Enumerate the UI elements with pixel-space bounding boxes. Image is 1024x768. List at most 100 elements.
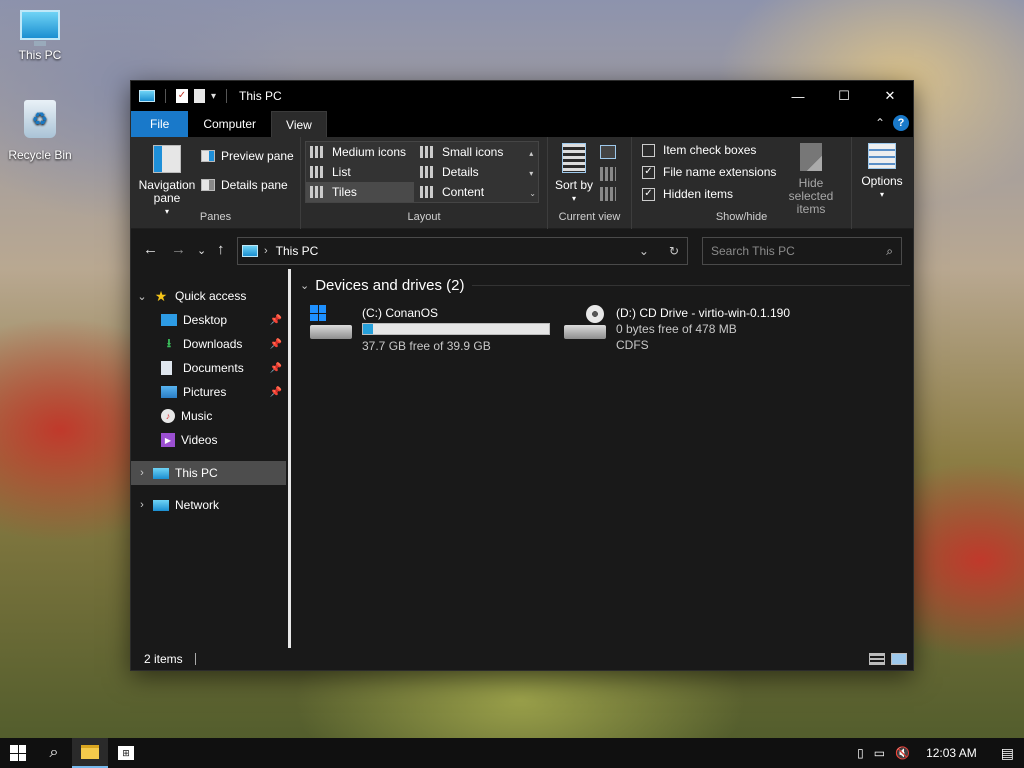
file-name-extensions-toggle[interactable]: ✓ File name extensions	[642, 165, 776, 179]
start-button[interactable]	[0, 738, 36, 768]
details-icon	[420, 166, 434, 178]
options-button[interactable]: Options ▾	[857, 143, 907, 201]
recent-locations-chevron-icon[interactable]: ⌄	[197, 244, 206, 257]
sort-by-button[interactable]: Sort by ▾	[554, 143, 594, 205]
tiles-icon	[310, 186, 324, 198]
minimize-ribbon-icon[interactable]: ⌃	[875, 116, 885, 130]
tab-computer[interactable]: Computer	[188, 111, 271, 137]
pin-icon[interactable]: 📌	[270, 315, 282, 326]
layout-small-icons[interactable]: Small icons	[416, 142, 526, 162]
options-label: Options	[861, 174, 903, 188]
nav-item-label: This PC	[175, 466, 218, 480]
minimize-button[interactable]: —	[775, 81, 821, 111]
new-folder-icon[interactable]	[194, 89, 205, 103]
layout-details[interactable]: Details	[416, 162, 526, 182]
checkbox[interactable]: ✓	[642, 165, 655, 179]
preview-pane-button[interactable]: Preview pane	[201, 149, 294, 163]
properties-icon[interactable]: ✓	[176, 89, 188, 103]
nav-quick-access[interactable]: ⌄ ★ Quick access	[131, 284, 286, 308]
breadcrumb-chevron-icon[interactable]: ›	[264, 245, 268, 257]
back-arrow-icon[interactable]: ←	[143, 241, 158, 258]
download-icon: ⭳	[166, 335, 172, 350]
forward-arrow-icon[interactable]: →	[171, 241, 186, 258]
navigation-pane-button[interactable]: Navigation pane ▾	[137, 145, 197, 218]
add-columns-icon[interactable]	[600, 167, 616, 181]
pin-icon[interactable]: 📌	[270, 387, 282, 398]
nav-item-downloads[interactable]: ⭳ Downloads 📌	[131, 332, 286, 356]
nav-this-pc[interactable]: › This PC	[131, 461, 286, 485]
search-button[interactable]: ⌕	[36, 738, 72, 768]
drive-tile-c[interactable]: (C:) ConanOS 37.7 GB free of 39.9 GB	[310, 305, 550, 354]
chevron-right-icon[interactable]: ›	[131, 467, 153, 479]
status-bar: 2 items	[131, 648, 913, 670]
devices-group-header[interactable]: ⌄ Devices and drives (2)	[300, 277, 910, 294]
close-button[interactable]: ✕	[867, 81, 913, 111]
drive-tile-d[interactable]: (D:) CD Drive - virtio-win-0.1.190 0 byt…	[564, 305, 790, 353]
chevron-right-icon[interactable]: ›	[131, 499, 153, 511]
notifications-icon[interactable]: ▤	[1001, 745, 1014, 762]
nav-item-label: Network	[175, 498, 220, 512]
details-pane-label: Details pane	[221, 178, 288, 192]
address-bar[interactable]: › This PC ⌄ ↻	[237, 237, 688, 265]
ribbon-tabs: File Computer View ⌃ ?	[131, 111, 913, 137]
system-tray: ▯ ▭ 🔇 12:03 AM ▤	[857, 745, 1024, 762]
hidden-items-toggle[interactable]: ✓ Hidden items	[642, 187, 733, 201]
layout-tiles[interactable]: Tiles	[306, 182, 414, 202]
tab-file[interactable]: File	[131, 111, 189, 137]
refresh-icon[interactable]: ↻	[669, 244, 679, 258]
layout-list[interactable]: List	[306, 162, 416, 182]
item-check-boxes-toggle[interactable]: Item check boxes	[642, 143, 756, 157]
layout-medium-icons[interactable]: Medium icons	[306, 142, 416, 162]
nav-network[interactable]: › Network	[131, 493, 286, 517]
pin-icon[interactable]: 📌	[270, 363, 282, 374]
details-view-icon[interactable]	[869, 653, 885, 665]
chevron-down-icon[interactable]: ⌄	[300, 279, 309, 292]
group-label: Current view	[558, 211, 621, 223]
nav-item-videos[interactable]: ▶ Videos	[131, 428, 286, 452]
desktop-icon-recycle-bin[interactable]: ♻ Recycle Bin	[0, 100, 80, 162]
clock[interactable]: 12:03 AM	[926, 746, 977, 760]
maximize-button[interactable]: ☐	[821, 81, 867, 111]
pane-splitter[interactable]	[288, 269, 291, 649]
group-by-icon[interactable]	[600, 145, 616, 159]
tab-view[interactable]: View	[271, 111, 327, 137]
chevron-down-icon[interactable]: ⌄	[131, 290, 153, 303]
hide-selected-items-icon	[800, 143, 822, 171]
drive-usage-fill	[363, 324, 374, 334]
customize-toolbar-icon[interactable]: ▾	[211, 91, 216, 102]
layout-content[interactable]: Content	[416, 182, 526, 202]
nav-item-music[interactable]: ♪ Music	[131, 404, 286, 428]
taskbar-file-explorer[interactable]	[72, 738, 108, 768]
details-pane-button[interactable]: Details pane	[201, 178, 288, 192]
nav-item-desktop[interactable]: Desktop 📌	[131, 308, 286, 332]
chevron-down-icon: ▾	[571, 194, 576, 203]
breadcrumb[interactable]: This PC	[276, 244, 319, 258]
address-history-chevron-icon[interactable]: ⌄	[639, 244, 649, 258]
hard-drive-icon	[310, 305, 354, 341]
nav-item-pictures[interactable]: Pictures 📌	[131, 380, 286, 404]
search-icon[interactable]: ⌕	[886, 244, 893, 259]
panes-group: Navigation pane ▾ Preview pane Details p…	[131, 137, 301, 229]
search-icon: ⌕	[49, 744, 59, 761]
search-input[interactable]: Search This PC ⌕	[702, 237, 902, 265]
network-icon	[153, 499, 169, 511]
pin-icon[interactable]: 📌	[270, 339, 282, 350]
checkbox[interactable]	[642, 143, 655, 157]
hide-selected-items-button[interactable]: Hide selected items	[772, 143, 850, 216]
taskbar-store[interactable]: ⊞	[108, 738, 144, 768]
help-icon[interactable]: ?	[893, 115, 909, 131]
desktop-icon-this-pc[interactable]: This PC	[0, 10, 80, 62]
usb-device-icon[interactable]: ▯	[857, 746, 864, 760]
nav-item-documents[interactable]: Documents 📌	[131, 356, 286, 380]
gallery-scroll[interactable]: ▴ ▾ ⌄	[529, 144, 536, 204]
title-bar[interactable]: ✓ ▾ This PC — ☐ ✕	[131, 81, 913, 111]
size-columns-icon[interactable]	[600, 187, 616, 201]
network-icon[interactable]: ▭	[874, 746, 885, 760]
layout-item-label: Details	[442, 165, 479, 179]
layout-gallery: Medium icons Small icons List Details Ti…	[305, 141, 539, 203]
large-icons-view-icon[interactable]	[891, 653, 907, 665]
cd-drive-icon	[564, 305, 608, 341]
volume-muted-icon[interactable]: 🔇	[895, 746, 910, 760]
checkbox[interactable]: ✓	[642, 187, 655, 201]
up-arrow-icon[interactable]: ↑	[217, 241, 225, 258]
